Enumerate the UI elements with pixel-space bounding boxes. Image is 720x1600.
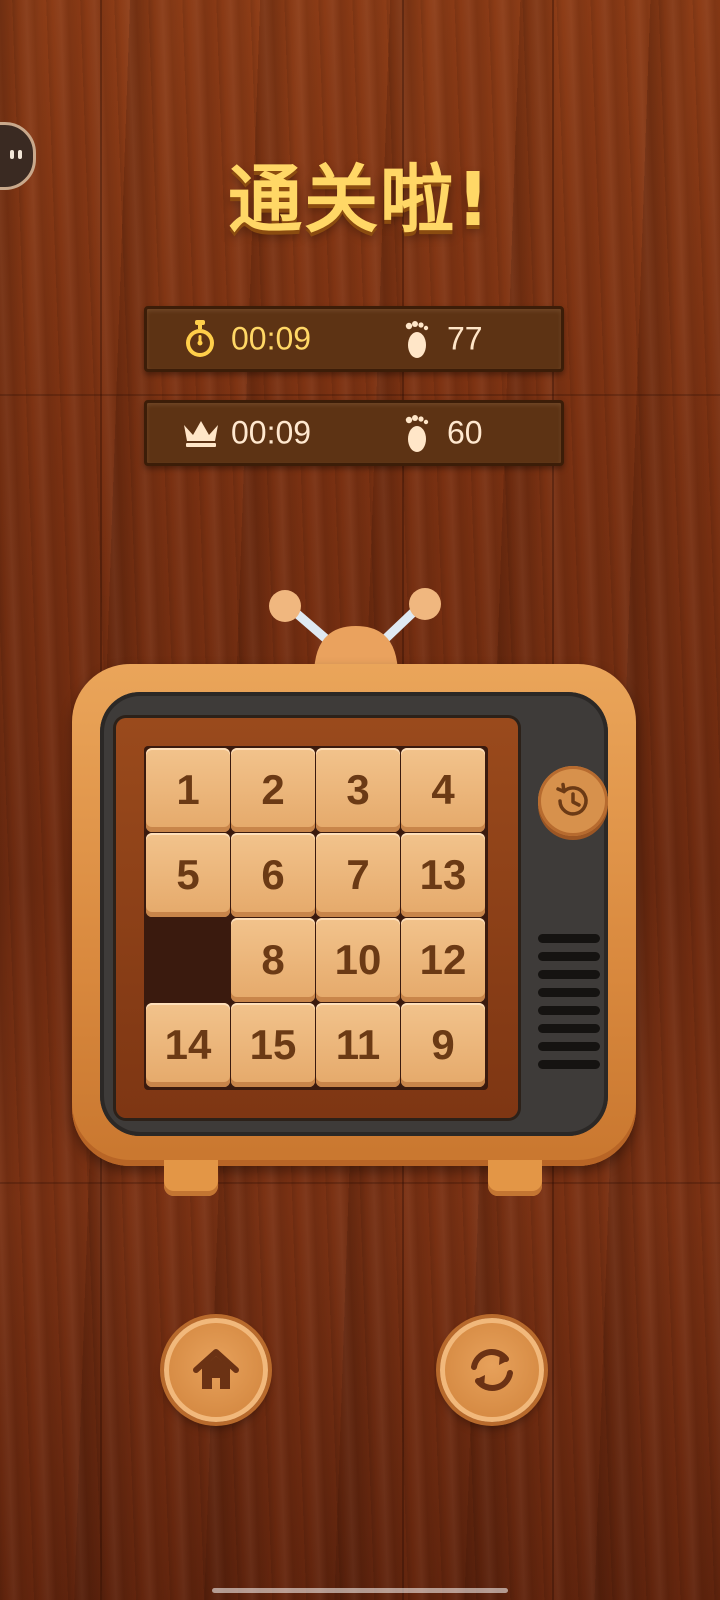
current-time: 00:09 — [231, 320, 312, 357]
puzzle-tile[interactable]: 8 — [231, 918, 315, 1002]
history-button[interactable] — [538, 766, 608, 836]
puzzle-tile[interactable]: 3 — [316, 748, 400, 832]
tv-antenna — [269, 588, 441, 676]
tv-leg — [488, 1160, 542, 1196]
current-result-bar: 00:09 77 — [144, 306, 564, 372]
speaker-slot — [538, 1024, 600, 1033]
gesture-bar[interactable] — [212, 1588, 508, 1593]
crown-icon — [184, 421, 218, 447]
puzzle-tile[interactable]: 12 — [401, 918, 485, 1002]
puzzle-tile[interactable]: 1 — [146, 748, 230, 832]
best-time: 00:09 — [231, 414, 312, 451]
restart-button[interactable] — [440, 1318, 544, 1422]
puzzle-tile[interactable]: 4 — [401, 748, 485, 832]
puzzle-tile[interactable]: 5 — [146, 833, 230, 917]
puzzle-tile[interactable]: 14 — [146, 1003, 230, 1087]
speaker-slot — [538, 934, 600, 943]
speaker-slot — [538, 1060, 600, 1069]
puzzle-tile[interactable]: 10 — [316, 918, 400, 1002]
empty-slot — [146, 918, 230, 1002]
puzzle-tile[interactable]: 2 — [231, 748, 315, 832]
refresh-icon — [471, 1349, 513, 1391]
best-result-bar: 00:09 60 — [144, 400, 564, 466]
footprint-icon — [405, 415, 429, 452]
speaker-slot — [538, 1006, 600, 1015]
speaker-slot — [538, 952, 600, 961]
wood-plank-divider — [0, 394, 720, 396]
best-steps: 60 — [447, 414, 483, 451]
puzzle-tile[interactable]: 11 — [316, 1003, 400, 1087]
speaker-slot — [538, 988, 600, 997]
puzzle-tile[interactable]: 9 — [401, 1003, 485, 1087]
puzzle-tile[interactable]: 6 — [231, 833, 315, 917]
puzzle-board: 1 2 3 4 5 6 7 13 8 10 12 14 15 11 9 — [144, 746, 488, 1090]
history-icon — [556, 782, 588, 816]
speaker-slot — [538, 1042, 600, 1051]
tv-leg — [164, 1160, 218, 1196]
home-button[interactable] — [164, 1318, 268, 1422]
wood-plank-divider — [0, 1182, 720, 1184]
home-icon — [193, 1349, 239, 1389]
level-complete-title: 通关啦! — [228, 157, 492, 243]
puzzle-tile[interactable]: 7 — [316, 833, 400, 917]
current-steps: 77 — [447, 320, 483, 357]
speaker-slot — [538, 970, 600, 979]
stopwatch-icon — [186, 320, 214, 357]
puzzle-tile[interactable]: 15 — [231, 1003, 315, 1087]
puzzle-tile[interactable]: 13 — [401, 833, 485, 917]
footprint-icon — [405, 321, 429, 358]
